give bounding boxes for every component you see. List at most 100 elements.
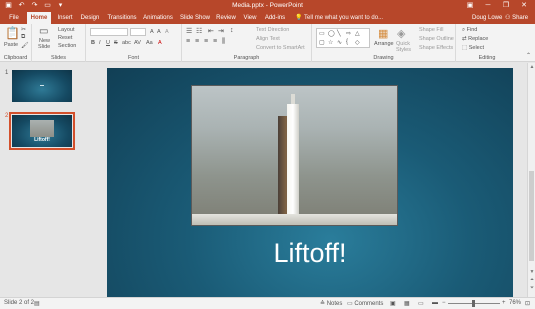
zoom-out-icon[interactable]: − (442, 300, 446, 306)
columns-icon[interactable]: ⫼ (222, 38, 225, 46)
find-button[interactable]: ⌕ Find (462, 27, 477, 34)
triangle-shape-icon[interactable]: △ (355, 30, 360, 37)
curve-shape-icon[interactable]: ∿ (337, 39, 342, 46)
star-shape-icon[interactable]: ☆ (328, 39, 333, 46)
tab-design[interactable]: Design (79, 12, 101, 24)
comments-button[interactable]: ▭ Comments (347, 300, 383, 307)
justify-icon[interactable]: ≡ (213, 38, 217, 45)
normal-view-icon[interactable]: ▣ (390, 300, 396, 307)
arrange-icon[interactable]: ▦ (378, 27, 388, 40)
cut-icon[interactable]: ✂ (21, 26, 26, 33)
tab-add-ins[interactable]: Add-ins (263, 12, 287, 24)
underline-button[interactable]: U (106, 40, 110, 46)
align-left-icon[interactable]: ≡ (186, 38, 190, 45)
font-name-box[interactable] (90, 28, 128, 36)
arrange-button[interactable]: Arrange (374, 41, 394, 47)
quick-styles-icon[interactable]: ◈ (397, 27, 405, 40)
grow-font-button[interactable]: A (150, 29, 154, 35)
select-button[interactable]: ⬚ Select (462, 45, 484, 51)
tab-animations[interactable]: Animations (142, 12, 174, 24)
align-right-icon[interactable]: ≡ (204, 38, 208, 45)
arrow-shape-icon[interactable]: ⇨ (346, 30, 351, 37)
align-center-icon[interactable]: ≡ (195, 38, 199, 45)
spellcheck-icon[interactable]: ▤ (34, 300, 40, 307)
tab-transitions[interactable]: Transitions (106, 12, 138, 24)
new-slide-icon[interactable]: ▭ (39, 26, 48, 37)
next-slide-icon[interactable]: ⏷ (528, 285, 535, 291)
font-size-box[interactable] (130, 28, 146, 36)
paste-button[interactable]: Paste (4, 42, 18, 48)
char-spacing-button[interactable]: AV (134, 40, 141, 46)
zoom-slider-knob[interactable] (472, 300, 475, 307)
numbering-icon[interactable]: ☷ (196, 27, 202, 35)
scroll-up-icon[interactable]: ▲ (528, 64, 535, 70)
previous-slide-icon[interactable]: ⏶ (528, 277, 535, 283)
slide-canvas[interactable]: Liftoff! (107, 68, 513, 297)
slide-title[interactable]: Liftoff! (107, 238, 513, 269)
fit-slide-icon[interactable]: ⊡ (525, 300, 530, 307)
shrink-font-button[interactable]: A (157, 29, 161, 35)
zoom-level[interactable]: 76% (509, 300, 521, 306)
zoom-in-icon[interactable]: + (502, 300, 506, 306)
tell-me-box[interactable]: 💡 Tell me what you want to do... (295, 12, 383, 24)
tab-insert[interactable]: Insert (55, 12, 75, 24)
minimize-icon[interactable]: ─ (479, 0, 497, 12)
scroll-thumb[interactable] (529, 171, 534, 261)
comments-label: Comments (354, 301, 384, 307)
slide-sorter-icon[interactable]: ▦ (404, 300, 410, 307)
restore-icon[interactable]: ❐ (497, 0, 515, 12)
slide-thumbnail-1[interactable] (12, 70, 72, 102)
share-button[interactable]: ⚇ Share (505, 12, 528, 24)
bold-button[interactable]: B (91, 40, 95, 46)
section-button[interactable]: Section (58, 43, 76, 49)
align-text-button[interactable]: Align Text (256, 36, 280, 42)
decrease-indent-icon[interactable]: ⇤ (208, 27, 214, 35)
new-slide-label: Slide (38, 44, 51, 50)
strikethrough-button[interactable]: S (114, 40, 118, 46)
bullets-icon[interactable]: ☰ (186, 27, 192, 35)
tab-slide-show[interactable]: Slide Show (179, 12, 211, 24)
rounded-rect-shape-icon[interactable]: ▢ (319, 39, 325, 46)
layout-button[interactable]: Layout (58, 27, 75, 33)
line-spacing-icon[interactable]: ↕ (230, 27, 234, 34)
clear-format-button[interactable]: A (165, 29, 169, 35)
format-painter-icon[interactable]: 🖌 (21, 42, 29, 49)
user-name[interactable]: Doug Lowe (472, 12, 502, 24)
copy-icon[interactable]: ⧉ (21, 34, 25, 41)
reset-button[interactable]: Reset (58, 35, 72, 41)
slide-thumbnail-2[interactable]: Liftoff! (9, 112, 75, 150)
shape-fill-button[interactable]: Shape Fill (419, 27, 443, 33)
close-icon[interactable]: ✕ (515, 0, 533, 12)
shape-effects-button[interactable]: Shape Effects (419, 45, 453, 51)
replace-button[interactable]: ⇄ Replace (462, 36, 488, 42)
diamond-shape-icon[interactable]: ◇ (355, 39, 360, 46)
tab-review[interactable]: Review (215, 12, 237, 24)
increase-indent-icon[interactable]: ⇥ (218, 27, 224, 35)
slideshow-view-icon[interactable]: ▬ (432, 300, 438, 306)
convert-smartart-button[interactable]: Convert to SmartArt (256, 45, 305, 51)
line-shape-icon[interactable]: ╲ (337, 30, 341, 37)
text-direction-button[interactable]: Text Direction (256, 27, 289, 33)
notes-button[interactable]: ≙ Notes (320, 300, 342, 307)
font-color-button[interactable]: A (158, 40, 162, 46)
brace-shape-icon[interactable]: { (346, 39, 348, 45)
rectangle-shape-icon[interactable]: ▭ (319, 30, 325, 37)
clipboard-label: Clipboard (3, 55, 28, 61)
find-label: Find (466, 27, 478, 33)
tab-view[interactable]: View (241, 12, 259, 24)
collapse-ribbon-icon[interactable]: ⌃ (526, 52, 531, 59)
reading-view-icon[interactable]: ▭ (418, 300, 424, 307)
oval-shape-icon[interactable]: ◯ (328, 30, 335, 37)
scroll-down-icon[interactable]: ▼ (528, 269, 535, 275)
paste-icon[interactable]: 📋 (5, 26, 20, 40)
change-case-button[interactable]: Aa (146, 40, 153, 46)
launch-video[interactable] (191, 85, 398, 226)
italic-button[interactable]: I (99, 40, 101, 46)
shape-outline-button[interactable]: Shape Outline (419, 36, 454, 42)
tab-file[interactable]: File (5, 12, 23, 24)
tab-home[interactable]: Home (27, 12, 51, 24)
vertical-scrollbar[interactable]: ▲ ▼ ⏶ ⏷ (527, 63, 535, 297)
shadow-button[interactable]: abc (122, 40, 131, 46)
ribbon-display-icon[interactable]: ▣ (461, 0, 479, 12)
shapes-gallery[interactable]: ▭ ◯ ╲ ⇨ △ ▢ ☆ ∿ { ◇ (316, 28, 370, 48)
